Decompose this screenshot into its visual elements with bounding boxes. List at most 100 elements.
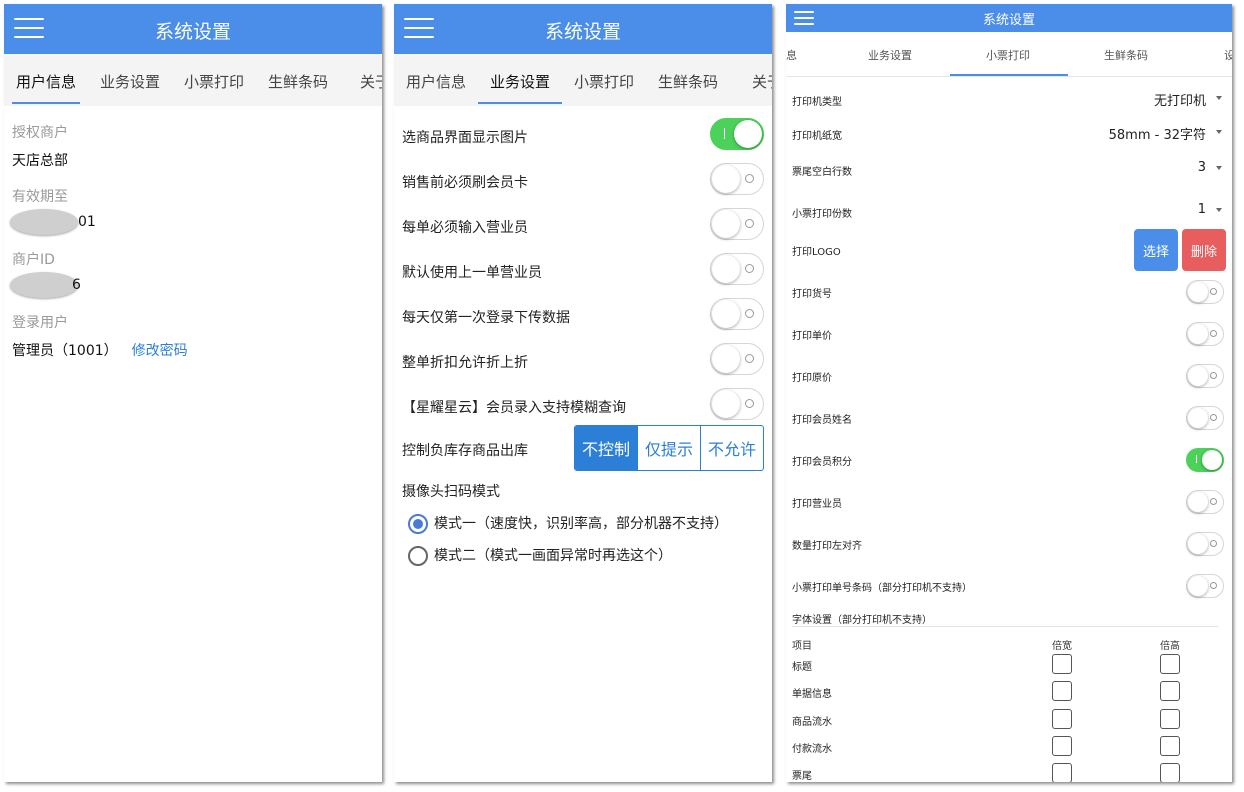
panel-business-settings: 系统设置 用户信息 业务设置 小票打印 生鲜条码 关于 选商品界面显示图片 销售… bbox=[394, 4, 772, 782]
select-paper-width[interactable]: 打印机纸宽 58mm - 32字符 bbox=[792, 118, 1224, 150]
setting-label: 打印LOGO bbox=[792, 247, 841, 258]
tab-about[interactable]: 关于 bbox=[360, 71, 382, 92]
tab-business-settings[interactable]: 业务设置 bbox=[98, 71, 162, 92]
double-width-checkbox[interactable] bbox=[1052, 681, 1072, 701]
segment-warn-only[interactable]: 仅提示 bbox=[637, 426, 700, 470]
radio-label: 模式二（模式一画面异常时再选这个） bbox=[434, 548, 672, 564]
redacted-mask bbox=[10, 272, 78, 298]
setting-label: 每单必须输入营业员 bbox=[402, 220, 528, 236]
font-settings-title: 字体设置（部分打印机不支持） bbox=[792, 615, 932, 626]
select-value[interactable]: 58mm - 32字符 bbox=[1109, 124, 1206, 143]
double-height-checkbox[interactable] bbox=[1160, 709, 1180, 729]
toggle-switch[interactable] bbox=[1186, 490, 1224, 514]
print-logo-row: 打印LOGO 选择 删除 bbox=[792, 229, 1226, 271]
setting-label: 打印会员积分 bbox=[792, 457, 852, 468]
setting-print-original-price: 打印原价 bbox=[792, 360, 1224, 392]
setting-default-last-salesperson: 默认使用上一单营业员 bbox=[402, 251, 764, 291]
select-printer-type[interactable]: 打印机类型 无打印机 bbox=[792, 84, 1224, 116]
select-value[interactable]: 无打印机 bbox=[1154, 90, 1206, 109]
setting-print-order-barcode: 小票打印单号条码（部分打印机不支持） bbox=[792, 570, 1224, 602]
auth-merchant-label: 授权商户 bbox=[12, 125, 68, 141]
double-height-checkbox[interactable] bbox=[1160, 736, 1180, 756]
dropdown-caret-icon[interactable] bbox=[1216, 130, 1222, 134]
toggle-switch[interactable] bbox=[710, 298, 764, 330]
setting-label: 打印会员姓名 bbox=[792, 415, 852, 426]
double-width-checkbox[interactable] bbox=[1052, 763, 1072, 782]
select-value[interactable]: 1 bbox=[1198, 202, 1206, 217]
segment-no-control[interactable]: 不控制 bbox=[575, 426, 637, 470]
toggle-switch[interactable] bbox=[710, 253, 764, 285]
font-header-double-width: 倍宽 bbox=[1052, 641, 1072, 652]
toggle-switch[interactable] bbox=[710, 208, 764, 240]
tab-about-partial[interactable]: 设 bbox=[1224, 47, 1232, 63]
camera-mode-option-2[interactable]: 模式二（模式一画面异常时再选这个） bbox=[408, 545, 672, 566]
tab-fresh-barcode[interactable]: 生鲜条码 bbox=[1094, 47, 1158, 63]
logo-delete-button[interactable]: 删除 bbox=[1182, 229, 1226, 271]
tab-receipt-print[interactable]: 小票打印 bbox=[976, 47, 1040, 63]
change-password-link[interactable]: 修改密码 bbox=[132, 343, 188, 359]
toggle-switch[interactable] bbox=[710, 388, 764, 420]
toggle-switch[interactable] bbox=[1186, 574, 1224, 598]
toggle-switch[interactable] bbox=[1186, 406, 1224, 430]
tab-fresh-barcode[interactable]: 生鲜条码 bbox=[266, 71, 330, 92]
setting-require-salesperson: 每单必须输入营业员 bbox=[402, 206, 764, 246]
negative-stock-segmented-control: 不控制 仅提示 不允许 bbox=[574, 425, 764, 471]
radio-label: 模式一（速度快，识别率高，部分机器不支持） bbox=[434, 516, 728, 532]
panel-user-info: 系统设置 用户信息 业务设置 小票打印 生鲜条码 关于 授权商户 天店总部 有效… bbox=[4, 4, 382, 782]
toggle-switch[interactable] bbox=[1186, 364, 1224, 388]
camera-mode-label: 摄像头扫码模式 bbox=[402, 484, 500, 500]
double-width-checkbox[interactable] bbox=[1052, 654, 1072, 674]
tab-fresh-barcode[interactable]: 生鲜条码 bbox=[656, 71, 720, 92]
setting-label: 打印机纸宽 bbox=[792, 131, 842, 142]
dropdown-caret-icon[interactable] bbox=[1216, 96, 1222, 100]
tab-receipt-print[interactable]: 小票打印 bbox=[182, 71, 246, 92]
double-height-checkbox[interactable] bbox=[1160, 654, 1180, 674]
setting-fuzzy-member-search: 【星耀星云】会员录入支持模糊查询 bbox=[402, 386, 764, 426]
double-width-checkbox[interactable] bbox=[1052, 709, 1072, 729]
toggle-switch[interactable] bbox=[1186, 532, 1224, 556]
toggle-switch[interactable] bbox=[1186, 322, 1224, 346]
dropdown-caret-icon[interactable] bbox=[1216, 208, 1222, 212]
setting-label: 打印机类型 bbox=[792, 97, 842, 108]
page-title: 系统设置 bbox=[544, 21, 621, 43]
double-height-checkbox[interactable] bbox=[1160, 681, 1180, 701]
login-user-label: 登录用户 bbox=[12, 315, 68, 331]
app-bar: 系统设置 bbox=[394, 4, 772, 54]
font-row-label: 商品流水 bbox=[792, 717, 832, 728]
radio-button[interactable] bbox=[408, 546, 428, 566]
tab-user-info-partial[interactable]: 息 bbox=[786, 47, 800, 63]
tab-bar: 用户信息 业务设置 小票打印 生鲜条码 关于 bbox=[4, 54, 382, 106]
setting-label: 整单折扣允许折上折 bbox=[402, 355, 528, 371]
tab-business-settings[interactable]: 业务设置 bbox=[488, 71, 552, 92]
setting-label: 打印单价 bbox=[792, 331, 832, 342]
setting-print-member-name: 打印会员姓名 bbox=[792, 402, 1224, 434]
segment-not-allowed[interactable]: 不允许 bbox=[700, 426, 763, 470]
double-height-checkbox[interactable] bbox=[1160, 763, 1180, 782]
setting-quantity-left-align: 数量打印左对齐 bbox=[792, 528, 1224, 560]
setting-label: 每天仅第一次登录下传数据 bbox=[402, 310, 570, 326]
font-row-label: 票尾 bbox=[792, 771, 812, 782]
select-print-copies[interactable]: 小票打印份数 1 bbox=[792, 196, 1224, 228]
toggle-switch[interactable] bbox=[710, 118, 764, 150]
merchant-id-label: 商户ID bbox=[12, 252, 55, 268]
tab-about[interactable]: 关于 bbox=[752, 71, 772, 92]
double-width-checkbox[interactable] bbox=[1052, 736, 1072, 756]
toggle-switch[interactable] bbox=[1186, 280, 1224, 304]
camera-mode-option-1[interactable]: 模式一（速度快，识别率高，部分机器不支持） bbox=[408, 513, 728, 534]
negative-stock-label: 控制负库存商品出库 bbox=[402, 443, 528, 459]
setting-download-first-login: 每天仅第一次登录下传数据 bbox=[402, 296, 764, 336]
tab-user-info[interactable]: 用户信息 bbox=[14, 71, 78, 92]
radio-button[interactable] bbox=[408, 514, 428, 534]
setting-label: 小票打印单号条码（部分打印机不支持） bbox=[792, 583, 972, 594]
toggle-switch[interactable] bbox=[710, 163, 764, 195]
logo-select-button[interactable]: 选择 bbox=[1134, 229, 1178, 271]
select-value[interactable]: 3 bbox=[1198, 160, 1206, 175]
tab-user-info[interactable]: 用户信息 bbox=[404, 71, 468, 92]
tab-receipt-print[interactable]: 小票打印 bbox=[572, 71, 636, 92]
setting-require-member-card: 销售前必须刷会员卡 bbox=[402, 161, 764, 201]
dropdown-caret-icon[interactable] bbox=[1216, 166, 1222, 170]
toggle-switch[interactable] bbox=[1186, 448, 1224, 472]
toggle-switch[interactable] bbox=[710, 343, 764, 375]
select-tail-blank-lines[interactable]: 票尾空白行数 3 bbox=[792, 154, 1224, 186]
tab-business-settings[interactable]: 业务设置 bbox=[858, 47, 922, 63]
